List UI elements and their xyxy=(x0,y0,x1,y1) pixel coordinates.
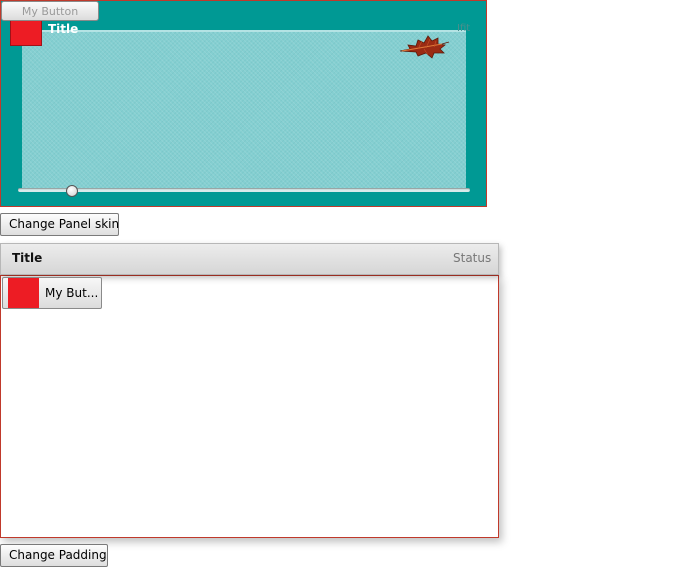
panel-button-label: My But... xyxy=(45,286,99,300)
panel-body xyxy=(0,275,499,538)
leaf-icon xyxy=(399,35,450,59)
change-padding-button[interactable]: Change Padding xyxy=(0,544,108,567)
skinned-panel-slider-track[interactable] xyxy=(18,188,470,192)
skinned-panel-slider-thumb[interactable] xyxy=(66,185,78,197)
panel-title: Title xyxy=(12,251,43,265)
panel-status: Status xyxy=(453,251,492,265)
panel-header xyxy=(0,243,499,275)
skinned-panel-button[interactable]: My Button xyxy=(1,1,99,21)
skinned-panel-status: Ifit xyxy=(457,23,471,34)
change-panel-skin-button[interactable]: Change Panel skin xyxy=(0,213,119,236)
skinned-panel-title: Title xyxy=(48,22,79,36)
red-square-icon xyxy=(8,278,39,308)
